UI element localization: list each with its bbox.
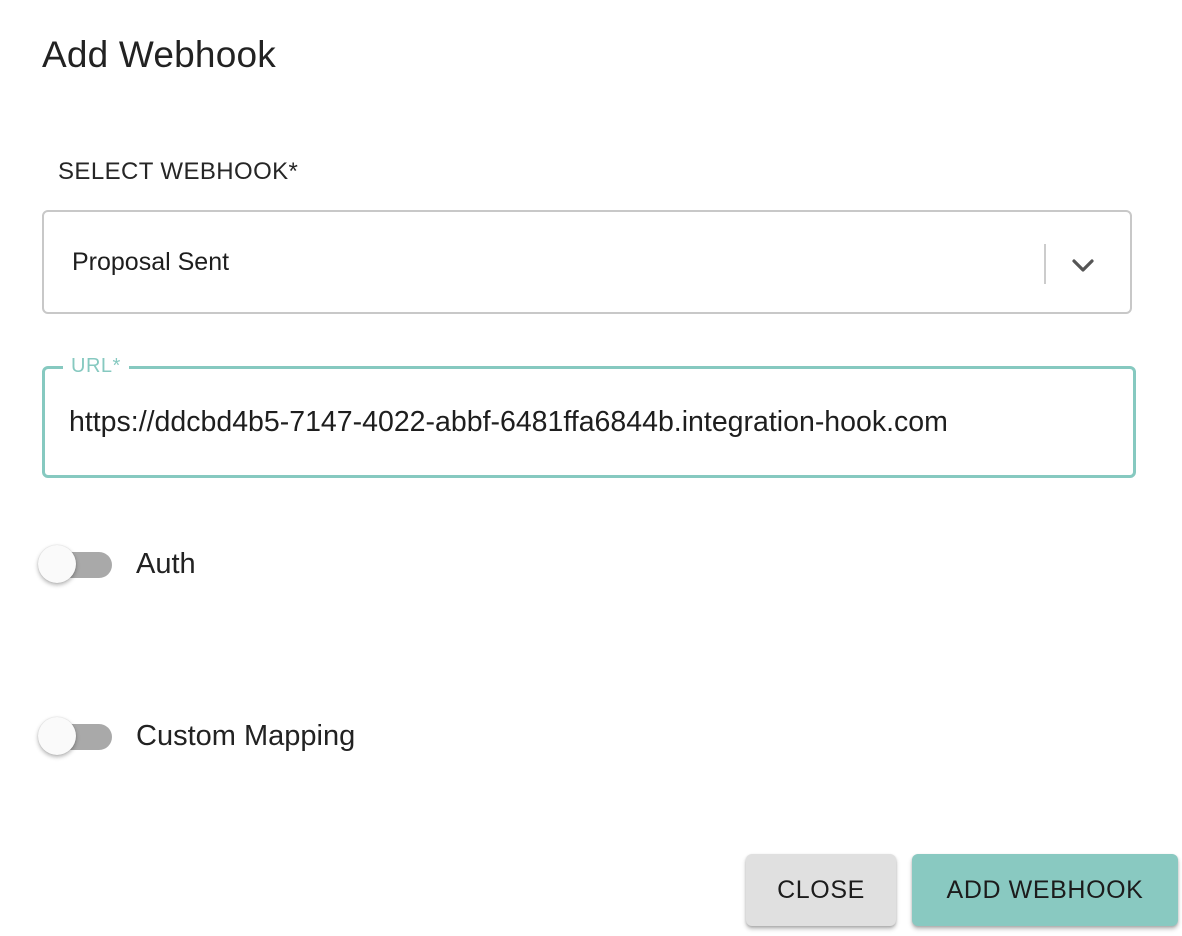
- close-button[interactable]: CLOSE: [746, 854, 896, 926]
- select-webhook-dropdown[interactable]: Proposal Sent: [42, 210, 1132, 314]
- select-webhook-label: SELECT WEBHOOK*: [58, 158, 299, 185]
- chevron-down-icon[interactable]: [1068, 250, 1098, 280]
- url-field[interactable]: URL*: [42, 353, 1136, 478]
- custom-mapping-toggle[interactable]: [38, 716, 114, 756]
- custom-mapping-toggle-row: Custom Mapping: [38, 716, 355, 756]
- select-webhook-value: Proposal Sent: [72, 248, 230, 276]
- custom-mapping-toggle-label: Custom Mapping: [136, 719, 356, 752]
- dialog-title: Add Webhook: [42, 34, 276, 75]
- auth-toggle[interactable]: [38, 544, 114, 584]
- auth-toggle-thumb: [38, 545, 76, 583]
- select-divider: [1044, 244, 1046, 284]
- auth-toggle-row: Auth: [38, 544, 196, 584]
- url-field-label: URL*: [63, 353, 129, 379]
- add-webhook-button[interactable]: ADD WEBHOOK: [912, 854, 1178, 926]
- url-input[interactable]: [69, 397, 1099, 447]
- auth-toggle-label: Auth: [136, 547, 196, 580]
- custom-mapping-toggle-thumb: [38, 717, 76, 755]
